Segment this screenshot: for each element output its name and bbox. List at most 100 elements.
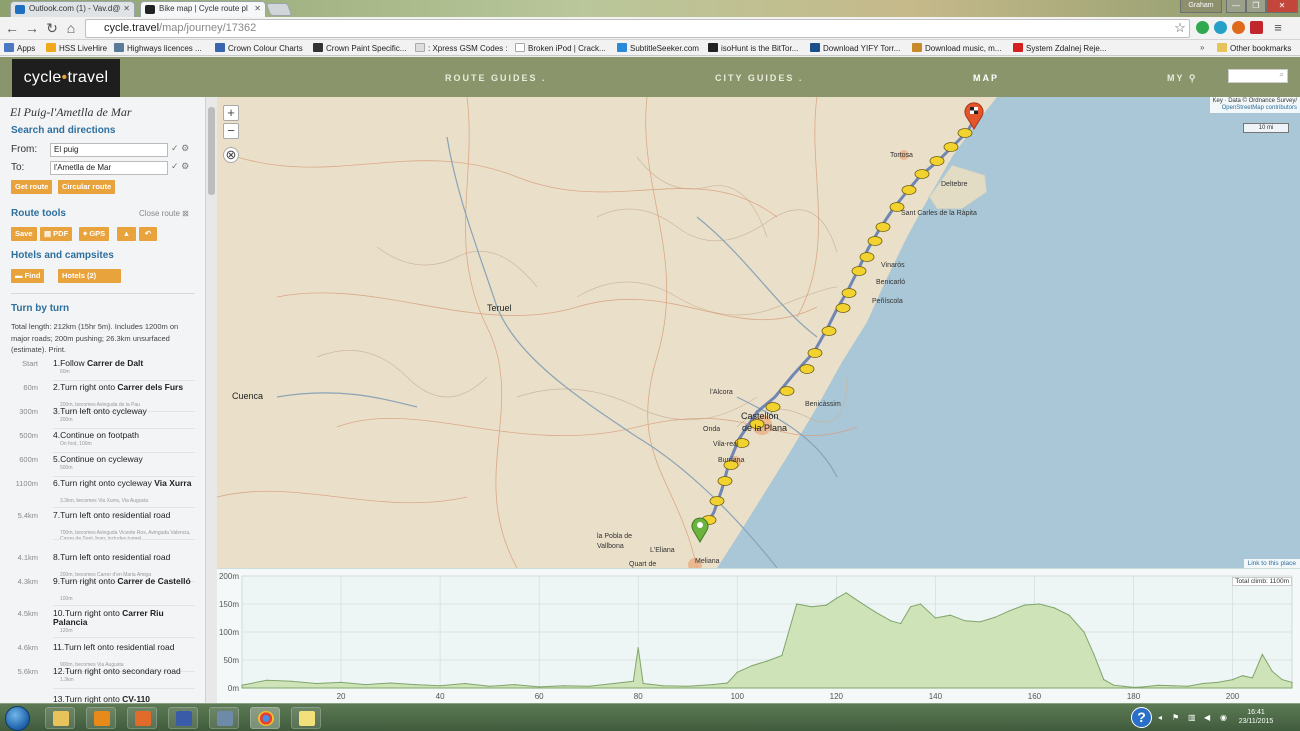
close-icon[interactable]: ✕ <box>123 4 130 13</box>
bookmark-item[interactable]: : Xpress GSM Codes : <box>415 43 508 53</box>
km-marker[interactable] <box>779 386 795 396</box>
user-profile-button[interactable]: Graham <box>1180 0 1222 13</box>
sidebar-scrollbar[interactable] <box>205 97 217 703</box>
taskbar-network[interactable] <box>209 707 239 729</box>
gear-icon[interactable]: ⚙ <box>181 161 189 171</box>
nav-route-guides[interactable]: ROUTE GUIDES . <box>445 73 547 83</box>
km-marker[interactable] <box>867 236 883 246</box>
get-route-button[interactable]: Get route <box>11 180 53 194</box>
menu-icon[interactable]: ≡ <box>1270 20 1286 36</box>
link-to-place[interactable]: Link to this place <box>1243 559 1300 568</box>
extension-green-icon[interactable] <box>1196 21 1209 34</box>
check-icon[interactable]: ✓ <box>171 143 179 153</box>
tray-arrow-icon[interactable]: ◂ <box>1158 713 1162 722</box>
minimize-button[interactable]: — <box>1226 0 1246 13</box>
gear-icon[interactable]: ⚙ <box>181 143 189 153</box>
circular-route-button[interactable]: Circular route <box>58 180 116 194</box>
warning-button[interactable]: ▲ <box>117 227 136 241</box>
bookmark-item[interactable]: Download music, m... <box>912 43 1001 53</box>
site-search-input[interactable]: ⌕ <box>1228 69 1288 83</box>
attribution-line[interactable]: OpenStreetMap contributors <box>1222 105 1297 111</box>
taskbar-outlook[interactable] <box>86 707 116 729</box>
more-bookmarks-icon[interactable]: » <box>1200 43 1204 52</box>
site-logo[interactable]: cycle•travel <box>12 59 120 97</box>
nav-my[interactable]: MY ⚲ <box>1167 73 1197 84</box>
zoom-out-button[interactable]: − <box>223 123 239 139</box>
from-field-icons[interactable]: ✓ ⚙ <box>171 143 189 154</box>
extension-e-icon[interactable] <box>1214 21 1227 34</box>
pdf-button[interactable]: ▤ PDF <box>40 227 73 241</box>
tray-network-icon[interactable]: ▥ <box>1188 713 1196 722</box>
hotels-count-button[interactable]: Hotels (2) <box>58 269 121 283</box>
km-marker[interactable] <box>875 222 891 232</box>
close-window-button[interactable]: ✕ <box>1266 0 1298 13</box>
bookmark-item[interactable]: Broken iPod | Crack... <box>515 43 606 53</box>
bookmark-item[interactable]: Apps <box>4 43 35 53</box>
system-clock[interactable]: 16:41 23/11/2015 <box>1236 708 1276 726</box>
taskbar-media[interactable] <box>127 707 157 729</box>
taskbar-explorer[interactable] <box>45 707 75 729</box>
bookmark-item[interactable]: HSS LiveHire <box>46 43 107 53</box>
elevation-profile[interactable]: 200m 150m 100m 50m 0m 20 40 60 80 100 120 140 160 180… <box>217 568 1300 703</box>
start-button[interactable] <box>5 706 30 731</box>
scrollbar-thumb[interactable] <box>208 107 215 195</box>
bookmark-star-icon[interactable]: ☆ <box>1172 20 1188 36</box>
taskbar-chrome[interactable] <box>250 707 280 729</box>
home-icon[interactable]: ⌂ <box>63 20 79 36</box>
km-marker[interactable] <box>914 169 930 179</box>
tab-bike-map[interactable]: Bike map | Cycle route pl ✕ <box>140 1 266 17</box>
bookmark-item[interactable]: Crown Colour Charts <box>215 43 303 53</box>
bookmark-item[interactable]: SubtitleSeeker.com <box>617 43 699 53</box>
reload-icon[interactable]: ↻ <box>44 20 60 36</box>
km-marker[interactable] <box>821 326 837 336</box>
extension-fire-icon[interactable] <box>1232 21 1245 34</box>
tab-outlook[interactable]: Outlook.com (1) - Vav.d@ ✕ <box>10 1 135 17</box>
help-icon[interactable]: ? <box>1131 707 1152 728</box>
map-canvas[interactable] <box>217 97 1300 568</box>
bookmark-item[interactable]: isoHunt is the BitTor... <box>708 43 798 53</box>
to-input[interactable]: l'Ametlla de Mar <box>50 161 168 175</box>
new-tab-button[interactable] <box>265 3 293 16</box>
km-marker[interactable] <box>929 156 945 166</box>
bookmark-item[interactable]: Download YIFY Torr... <box>810 43 900 53</box>
save-button[interactable]: Save <box>11 227 37 241</box>
km-marker[interactable] <box>835 303 851 313</box>
km-marker[interactable] <box>709 496 725 506</box>
km-marker[interactable] <box>851 266 867 276</box>
bookmark-item[interactable]: Highways licences ... <box>114 43 202 53</box>
close-icon[interactable]: ✕ <box>254 4 261 13</box>
to-field-icons[interactable]: ✓ ⚙ <box>171 161 189 172</box>
km-marker[interactable] <box>943 142 959 152</box>
km-marker[interactable] <box>859 252 875 262</box>
gps-button[interactable]: ⌖ GPS <box>79 227 110 241</box>
bookmark-item[interactable]: System Zdalnej Reje... <box>1013 43 1106 53</box>
tray-update-icon[interactable]: ◉ <box>1220 713 1227 722</box>
check-icon[interactable]: ✓ <box>171 161 179 171</box>
nav-map[interactable]: MAP <box>973 73 999 83</box>
km-marker[interactable] <box>957 128 973 138</box>
bookmark-item[interactable]: Crown Paint Specific... <box>313 43 406 53</box>
km-marker[interactable] <box>717 476 733 486</box>
other-bookmarks[interactable]: Other bookmarks <box>1217 43 1291 53</box>
zoom-in-button[interactable]: + <box>223 105 239 121</box>
taskbar-notes[interactable] <box>291 707 321 729</box>
from-input[interactable]: El puig <box>50 143 168 157</box>
maximize-button[interactable]: ❐ <box>1246 0 1266 13</box>
km-marker[interactable] <box>841 288 857 298</box>
route-map[interactable]: + − ⊗ Key · Data © Ordnance Survey/OpenS… <box>217 97 1300 568</box>
reverse-route-button[interactable]: ↶ <box>139 227 157 241</box>
km-marker[interactable] <box>807 348 823 358</box>
taskbar-save[interactable] <box>168 707 198 729</box>
tray-volume-icon[interactable]: ◀ <box>1204 713 1210 722</box>
forward-arrow-icon[interactable]: → <box>24 20 40 36</box>
close-route-link[interactable]: Close route ⊠ <box>139 209 189 218</box>
find-hotels-button[interactable]: ▬ Find <box>11 269 45 283</box>
back-arrow-icon[interactable]: ← <box>4 20 20 36</box>
km-marker[interactable] <box>799 364 815 374</box>
url-input[interactable]: cycle.travel/map/journey/17362 <box>85 19 1190 38</box>
extension-pdf-icon[interactable] <box>1250 21 1263 34</box>
km-marker[interactable] <box>901 185 917 195</box>
tray-flag-icon[interactable]: ⚑ <box>1172 713 1179 722</box>
locate-icon[interactable]: ⊗ <box>223 147 239 163</box>
nav-city-guides[interactable]: CITY GUIDES . <box>715 73 803 83</box>
